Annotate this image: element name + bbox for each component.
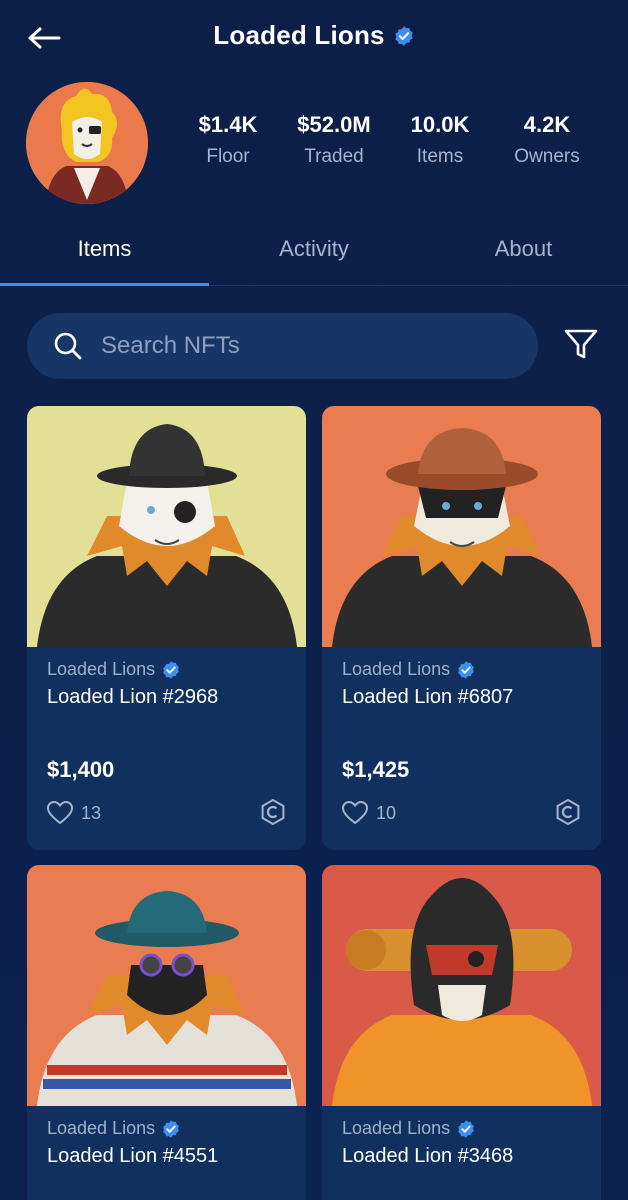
stat-value: $52.0M xyxy=(297,112,371,137)
stat-value: 4.2K xyxy=(523,112,571,137)
chain-icon xyxy=(261,799,285,825)
collection-stats: $1.4K Floor $52.0M Traded 10.0K Items 4.… xyxy=(176,112,616,168)
nft-name: Loaded Lion #4551 xyxy=(47,1145,219,1167)
collection-page: Loaded Lions $1.4K Floor $52.0M Traded 1… xyxy=(0,0,628,1200)
search-input[interactable] xyxy=(101,332,501,360)
search-icon xyxy=(54,332,82,360)
like-button[interactable]: 13 xyxy=(47,801,101,825)
nft-card[interactable]: Loaded Lions Loaded Lion #2968 $1,400 13 xyxy=(27,406,306,850)
lion-avatar-image xyxy=(26,82,148,204)
like-count: 10 xyxy=(376,802,397,823)
stat-traded: $52.0M Traded xyxy=(280,112,388,168)
verified-badge-icon xyxy=(395,25,413,46)
collection-name: Loaded Lions xyxy=(342,1118,451,1138)
tab-activity[interactable]: Activity xyxy=(209,226,419,286)
nft-name: Loaded Lion #3468 xyxy=(342,1145,514,1167)
verified-badge-icon xyxy=(458,660,474,679)
nft-image xyxy=(27,865,306,1106)
filter-button[interactable] xyxy=(559,322,603,366)
search-bar[interactable] xyxy=(27,313,538,379)
collection-name: Loaded Lions xyxy=(47,1118,156,1138)
stat-value: $1.4K xyxy=(198,112,258,137)
nft-card[interactable]: Loaded Lions Loaded Lion #4551 xyxy=(27,865,306,1200)
stat-label: Floor xyxy=(206,146,250,167)
verified-badge-icon xyxy=(163,660,179,679)
like-count: 13 xyxy=(81,802,102,823)
collection-name: Loaded Lions xyxy=(47,659,156,679)
tab-bar: Items Activity About xyxy=(0,226,628,286)
stat-label: Owners xyxy=(514,146,580,167)
tab-about[interactable]: About xyxy=(419,226,628,286)
nft-image xyxy=(322,865,601,1106)
nft-image xyxy=(27,406,306,647)
nft-price: $1,400 xyxy=(47,757,115,782)
nft-card[interactable]: Loaded Lions Loaded Lion #6807 $1,425 10 xyxy=(322,406,601,850)
like-button[interactable]: 10 xyxy=(342,801,396,825)
verified-badge-icon xyxy=(458,1119,474,1138)
collection-avatar[interactable] xyxy=(26,82,148,204)
header: Loaded Lions xyxy=(0,0,628,76)
filter-icon xyxy=(564,329,598,359)
nft-name: Loaded Lion #6807 xyxy=(342,686,514,708)
nft-card[interactable]: Loaded Lions Loaded Lion #3468 xyxy=(322,865,601,1200)
nft-image xyxy=(322,406,601,647)
nft-price: $1,425 xyxy=(342,757,410,782)
chain-icon xyxy=(556,799,580,825)
stat-owners: 4.2K Owners xyxy=(492,112,602,168)
stat-items: 10.0K Items xyxy=(388,112,492,168)
active-tab-indicator xyxy=(0,283,209,286)
verified-badge-icon xyxy=(163,1119,179,1138)
stat-label: Traded xyxy=(304,146,364,167)
stat-floor: $1.4K Floor xyxy=(176,112,280,168)
stat-label: Items xyxy=(416,146,464,167)
heart-icon xyxy=(47,801,73,825)
nft-name: Loaded Lion #2968 xyxy=(47,686,219,708)
page-title: Loaded Lions xyxy=(213,20,385,50)
heart-icon xyxy=(342,801,368,825)
collection-name: Loaded Lions xyxy=(342,659,451,679)
tab-items[interactable]: Items xyxy=(0,226,209,286)
stat-value: 10.0K xyxy=(410,112,470,137)
